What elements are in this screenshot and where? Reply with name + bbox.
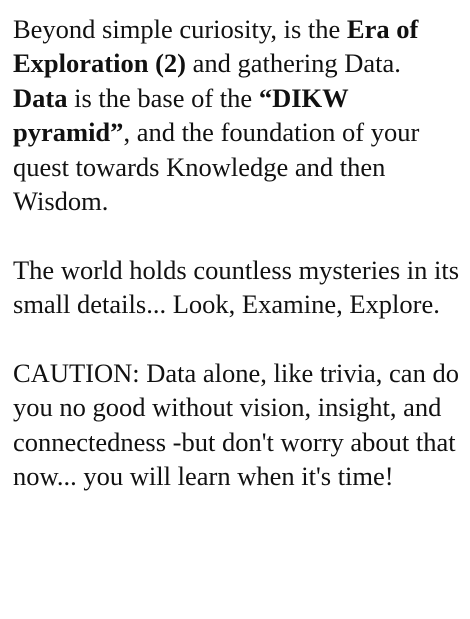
paragraph-caution: CAUTION: Data alone, like trivia, can do… [13, 358, 459, 492]
bold-data: Data [13, 82, 68, 113]
paragraph-world-mysteries: The world holds countless mysteries in i… [13, 254, 460, 320]
document-body: Beyond simple curiosity, is the Era of E… [13, 12, 461, 494]
paragraph-era-of-exploration: Beyond simple curiosity, is the Era of E… [13, 12, 461, 218]
text-span: is the base of the [67, 82, 259, 113]
text-span: Beyond simple curiosity, is the [13, 14, 347, 44]
text-span: and gathering Data. [186, 48, 401, 79]
